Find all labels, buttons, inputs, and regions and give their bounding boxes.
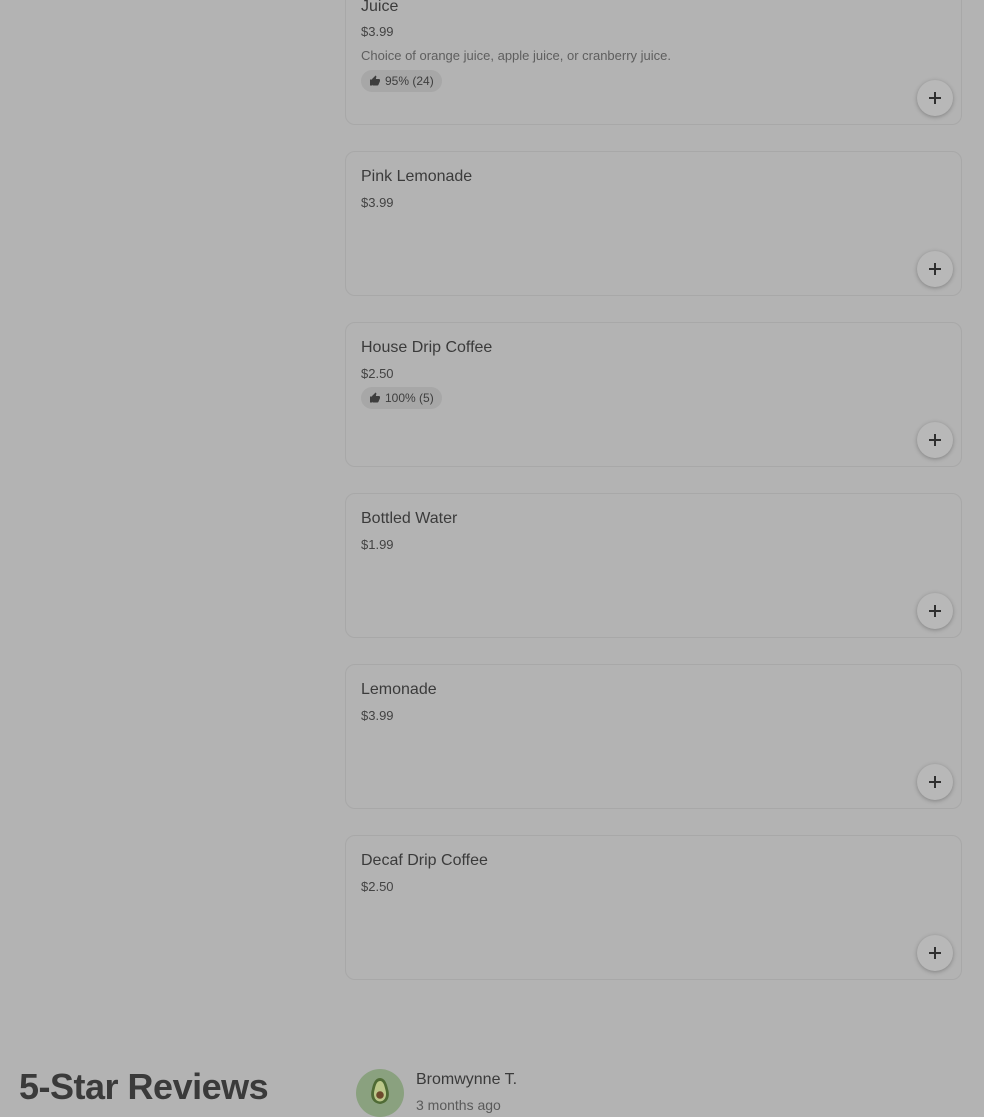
reviewer-name: Bromwynne T.: [416, 1071, 518, 1088]
add-to-cart-button[interactable]: [917, 80, 953, 116]
rating-badge: 100% (5): [361, 387, 442, 409]
menu-item-description: Choice of orange juice, apple juice, or …: [361, 48, 672, 63]
menu-item-name: Decaf Drip Coffee: [361, 852, 488, 869]
plus-icon: [928, 604, 942, 618]
menu-item-card[interactable]: Pink Lemonade $3.99: [345, 151, 962, 296]
plus-icon: [928, 946, 942, 960]
menu-item-name: Pink Lemonade: [361, 168, 473, 185]
plus-icon: [928, 262, 942, 276]
reviews-heading: 5-Star Reviews: [19, 1066, 269, 1107]
reviewer-avatar: [356, 1069, 404, 1117]
review-timestamp: 3 months ago: [416, 1097, 501, 1113]
menu-item-card[interactable]: Lemonade $3.99: [345, 664, 962, 809]
rating-text: 100% (5): [385, 391, 434, 405]
thumbs-up-icon: [369, 75, 381, 87]
menu-item-price: $3.99: [361, 195, 394, 210]
menu-item-price: $2.50: [361, 366, 394, 381]
add-to-cart-button[interactable]: [917, 251, 953, 287]
plus-icon: [928, 433, 942, 447]
menu-item-name: Bottled Water: [361, 510, 458, 527]
plus-icon: [928, 91, 942, 105]
rating-text: 95% (24): [385, 74, 434, 88]
menu-item-price: $3.99: [361, 24, 394, 39]
plus-icon: [928, 775, 942, 789]
menu-item-card[interactable]: Juice $3.99 Choice of orange juice, appl…: [345, 0, 962, 125]
avocado-icon: [367, 1076, 393, 1111]
menu-item-price: $3.99: [361, 708, 394, 723]
menu-item-name: Juice: [361, 0, 399, 15]
add-to-cart-button[interactable]: [917, 593, 953, 629]
menu-item-card[interactable]: House Drip Coffee $2.50 100% (5): [345, 322, 962, 467]
menu-item-card[interactable]: Decaf Drip Coffee $2.50: [345, 835, 962, 980]
add-to-cart-button[interactable]: [917, 422, 953, 458]
thumbs-up-icon: [369, 392, 381, 404]
menu-item-name: House Drip Coffee: [361, 339, 493, 356]
add-to-cart-button[interactable]: [917, 764, 953, 800]
rating-badge: 95% (24): [361, 70, 442, 92]
menu-item-name: Lemonade: [361, 681, 437, 698]
menu-item-price: $1.99: [361, 537, 394, 552]
menu-item-card[interactable]: Bottled Water $1.99: [345, 493, 962, 638]
menu-item-price: $2.50: [361, 879, 394, 894]
add-to-cart-button[interactable]: [917, 935, 953, 971]
